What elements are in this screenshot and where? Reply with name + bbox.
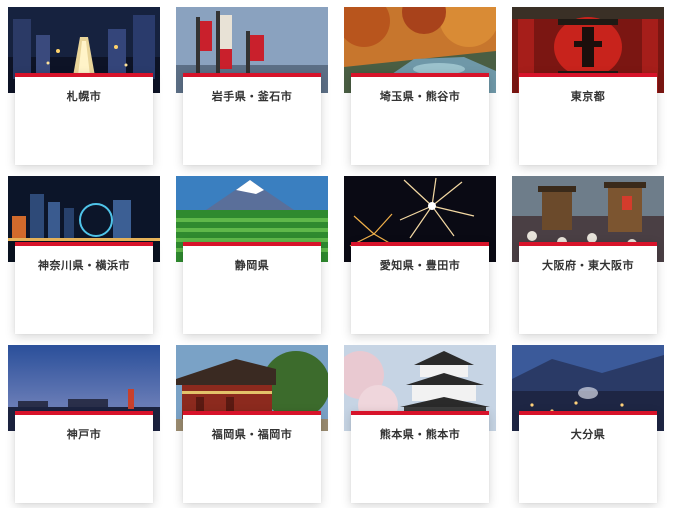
- city-card-panel: 大分県: [519, 411, 657, 503]
- city-card-higashiosaka[interactable]: 大阪府・東大阪市: [512, 176, 664, 334]
- city-card-yokohama[interactable]: 神奈川県・横浜市: [8, 176, 160, 334]
- city-card-sapporo[interactable]: 札幌市: [8, 7, 160, 165]
- city-card-toyota[interactable]: 愛知県・豊田市: [344, 176, 496, 334]
- city-name-label: 福岡県・福岡市: [211, 428, 293, 441]
- city-card-grid: 札幌市 岩手県・釜石市 埼玉県・熊谷市 東京都 神奈川県・横浜市 静岡県 愛知県…: [0, 0, 677, 508]
- city-card-panel: 福岡県・福岡市: [183, 411, 321, 503]
- city-name-label: 埼玉県・熊谷市: [379, 90, 461, 103]
- city-card-panel: 岩手県・釜石市: [183, 73, 321, 165]
- city-name-label: 静岡県: [234, 259, 270, 272]
- city-card-tokyo[interactable]: 東京都: [512, 7, 664, 165]
- city-card-panel: 神戸市: [15, 411, 153, 503]
- city-name-label: 東京都: [570, 90, 606, 103]
- city-card-kumagaya[interactable]: 埼玉県・熊谷市: [344, 7, 496, 165]
- city-name-label: 大阪府・東大阪市: [542, 259, 634, 272]
- city-card-kamaishi[interactable]: 岩手県・釜石市: [176, 7, 328, 165]
- city-card-panel: 大阪府・東大阪市: [519, 242, 657, 334]
- city-card-panel: 熊本県・熊本市: [351, 411, 489, 503]
- city-name-label: 神戸市: [66, 428, 102, 441]
- city-name-label: 大分県: [570, 428, 606, 441]
- city-card-panel: 愛知県・豊田市: [351, 242, 489, 334]
- city-card-oita[interactable]: 大分県: [512, 345, 664, 503]
- city-card-panel: 静岡県: [183, 242, 321, 334]
- city-name-label: 神奈川県・横浜市: [38, 259, 130, 272]
- city-card-panel: 札幌市: [15, 73, 153, 165]
- city-card-kumamoto[interactable]: 熊本県・熊本市: [344, 345, 496, 503]
- city-card-panel: 神奈川県・横浜市: [15, 242, 153, 334]
- city-card-fukuoka[interactable]: 福岡県・福岡市: [176, 345, 328, 503]
- city-name-label: 熊本県・熊本市: [379, 428, 461, 441]
- city-card-panel: 東京都: [519, 73, 657, 165]
- city-card-shizuoka[interactable]: 静岡県: [176, 176, 328, 334]
- city-card-panel: 埼玉県・熊谷市: [351, 73, 489, 165]
- city-name-label: 札幌市: [66, 90, 102, 103]
- city-name-label: 岩手県・釜石市: [211, 90, 293, 103]
- city-card-kobe[interactable]: 神戸市: [8, 345, 160, 503]
- city-name-label: 愛知県・豊田市: [379, 259, 461, 272]
